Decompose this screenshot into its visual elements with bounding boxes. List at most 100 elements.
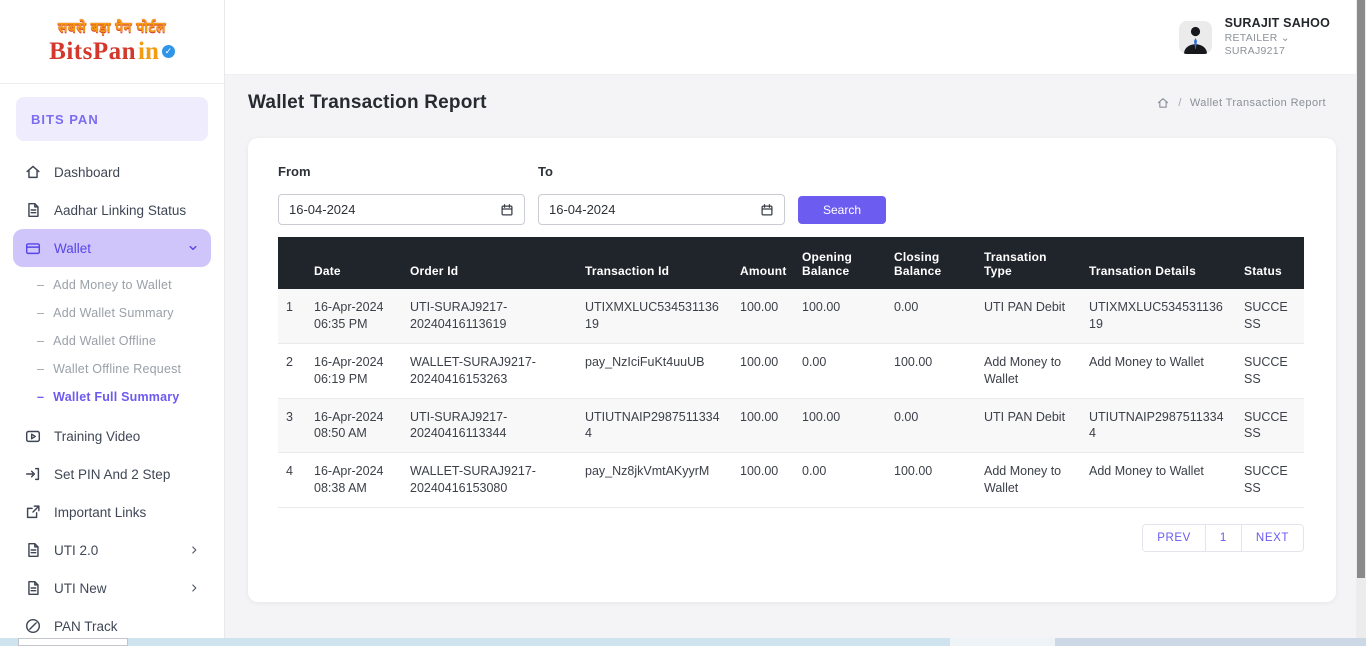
wallet-submenu: – Add Money to Wallet – Add Wallet Summa… (13, 267, 211, 417)
sidebar-item-wallet[interactable]: Wallet (13, 229, 211, 267)
to-date-input[interactable] (549, 202, 719, 217)
cell-transation-details: Add Money to Wallet (1081, 452, 1236, 508)
sidebar-item-uti-new[interactable]: UTI New (13, 569, 211, 607)
external-link-icon (26, 505, 40, 519)
sidebar-item-dashboard[interactable]: Dashboard (13, 153, 211, 191)
sidebar-item-aadhar-linking-status[interactable]: Aadhar Linking Status (13, 191, 211, 229)
page-number[interactable]: 1 (1204, 525, 1241, 551)
submenu-item-add-wallet-offline[interactable]: – Add Wallet Offline (27, 327, 211, 355)
brand-logo[interactable]: सबसे बड़ा पैन पोर्टल BitsPan in ✓ (0, 0, 224, 84)
table-row: 2 16-Apr-2024 06:19 PM WALLET-SURAJ9217-2… (278, 343, 1304, 399)
horizontal-scrollbar[interactable] (0, 638, 1366, 646)
table-header-row: Date Order Id Transaction Id Amount Open… (278, 237, 1304, 289)
bullet: – (37, 362, 45, 376)
cell-opening-balance: 0.00 (794, 452, 886, 508)
video-icon (25, 430, 41, 443)
chevron-down-icon (189, 245, 197, 251)
from-date-field[interactable] (278, 194, 525, 225)
brand-suffix: in (138, 37, 159, 65)
bullet: – (37, 306, 45, 320)
cell-closing-balance: 0.00 (886, 398, 976, 454)
sidebar-item-uti-2-0[interactable]: UTI 2.0 (13, 531, 211, 569)
search-button[interactable]: Search (798, 196, 887, 224)
cell-opening-balance: 100.00 (794, 398, 886, 454)
cell-date: 16-Apr-2024 08:38 AM (306, 452, 402, 508)
cell-transaction-id: pay_Nz8jkVmtAKyyrM (577, 452, 732, 508)
col-transaction-id: Transaction Id (577, 237, 732, 289)
user-menu[interactable]: SURAJIT SAHOO RETAILER ⌄ SURAJ9217 (1178, 16, 1330, 58)
bullet: – (37, 278, 45, 292)
chevron-right-icon (192, 584, 197, 592)
submenu-item-wallet-full-summary[interactable]: – Wallet Full Summary (27, 383, 211, 411)
sidebar-item-training-video[interactable]: Training Video (13, 417, 211, 455)
status-badge: SUCCESS (1236, 289, 1304, 344)
status-badge: SUCCESS (1236, 398, 1304, 454)
submenu-item-wallet-offline-request[interactable]: – Wallet Offline Request (27, 355, 211, 383)
cell-transaction-id: UTIUTNAIP29875113344 (577, 398, 732, 454)
compass-icon (25, 618, 41, 634)
submenu-item-label: Wallet Full Summary (53, 390, 180, 404)
next-page-button[interactable]: NEXT (1240, 525, 1303, 551)
cell-transation-details: Add Money to Wallet (1081, 343, 1236, 399)
topbar: SURAJIT SAHOO RETAILER ⌄ SURAJ9217 (225, 0, 1356, 75)
bullet: – (37, 334, 45, 348)
cell-transation-type: Add Money to Wallet (976, 343, 1081, 399)
to-date-field[interactable] (538, 194, 785, 225)
sidebar-item-label: Wallet (54, 240, 92, 256)
calendar-icon[interactable] (500, 203, 514, 217)
sidebar-item-label: Aadhar Linking Status (54, 202, 187, 218)
cell-opening-balance: 0.00 (794, 343, 886, 399)
cell-transation-type: Add Money to Wallet (976, 452, 1081, 508)
chevron-right-icon (192, 546, 197, 554)
submenu-item-add-money-to-wallet[interactable]: – Add Money to Wallet (27, 271, 211, 299)
prev-page-button[interactable]: PREV (1143, 525, 1205, 551)
user-role-dropdown[interactable]: RETAILER ⌄ (1225, 32, 1330, 45)
cell-order-id: UTI-SURAJ9217-20240416113344 (402, 398, 577, 454)
sidebar-item-set-pin-and-2-step[interactable]: Set PIN And 2 Step (13, 455, 211, 493)
sidebar: सबसे बड़ा पैन पोर्टल BitsPan in ✓ BITS PA… (0, 0, 225, 646)
status-badge: SUCCESS (1236, 343, 1304, 399)
cell-transation-details: UTIUTNAIP29875113344 (1081, 398, 1236, 454)
cell-date: 16-Apr-2024 08:50 AM (306, 398, 402, 454)
cell-amount: 100.00 (732, 398, 794, 454)
cell-amount: 100.00 (732, 343, 794, 399)
vertical-scrollbar[interactable] (1356, 0, 1366, 646)
page-head: Wallet Transaction Report / Wallet Trans… (225, 75, 1356, 130)
cell-date: 16-Apr-2024 06:35 PM (306, 289, 402, 344)
vertical-scrollbar-thumb[interactable] (1357, 0, 1365, 578)
col-closing-balance: Closing Balance (886, 237, 976, 289)
filter-bar: From To Search (278, 164, 1304, 225)
transaction-table: Date Order Id Transaction Id Amount Open… (278, 237, 1304, 508)
breadcrumb-separator: / (1178, 96, 1182, 109)
col-amount: Amount (732, 237, 794, 289)
page-title: Wallet Transaction Report (248, 91, 487, 113)
cell-order-id: WALLET-SURAJ9217-20240416153080 (402, 452, 577, 508)
home-icon[interactable] (1156, 96, 1170, 110)
horizontal-scrollbar-thumb[interactable] (18, 638, 128, 646)
sidebar-item-label: Training Video (54, 428, 141, 444)
sidebar-nav: Dashboard Aadhar Linking Status Wallet –… (0, 149, 224, 645)
user-id: SURAJ9217 (1224, 44, 1286, 57)
col-status: Status (1236, 237, 1304, 289)
submenu-item-add-wallet-summary[interactable]: – Add Wallet Summary (27, 299, 211, 327)
submenu-item-label: Wallet Offline Request (53, 362, 182, 376)
avatar (1178, 20, 1212, 54)
submenu-item-label: Add Wallet Offline (53, 334, 157, 348)
sidebar-item-label: Set PIN And 2 Step (54, 466, 171, 482)
calendar-icon[interactable] (760, 203, 774, 217)
cell-transation-type: UTI PAN Debit (976, 289, 1081, 344)
cell-closing-balance: 100.00 (886, 343, 976, 399)
user-name: SURAJIT SAHOO (1224, 16, 1330, 31)
sidebar-item-label: Dashboard (54, 164, 121, 180)
status-badge: SUCCESS (1236, 452, 1304, 508)
cell-sno: 3 (278, 398, 306, 454)
cell-closing-balance: 100.00 (886, 452, 976, 508)
login-icon (25, 467, 40, 481)
table-row: 3 16-Apr-2024 08:50 AM UTI-SURAJ9217-2024… (278, 398, 1304, 454)
cell-date: 16-Apr-2024 06:19 PM (306, 343, 402, 399)
sidebar-item-important-links[interactable]: Important Links (13, 493, 211, 531)
cell-sno: 2 (278, 343, 306, 399)
cell-sno: 4 (278, 452, 306, 508)
report-card: From To Search Date Order Id Transa (248, 138, 1336, 602)
from-date-input[interactable] (289, 202, 459, 217)
